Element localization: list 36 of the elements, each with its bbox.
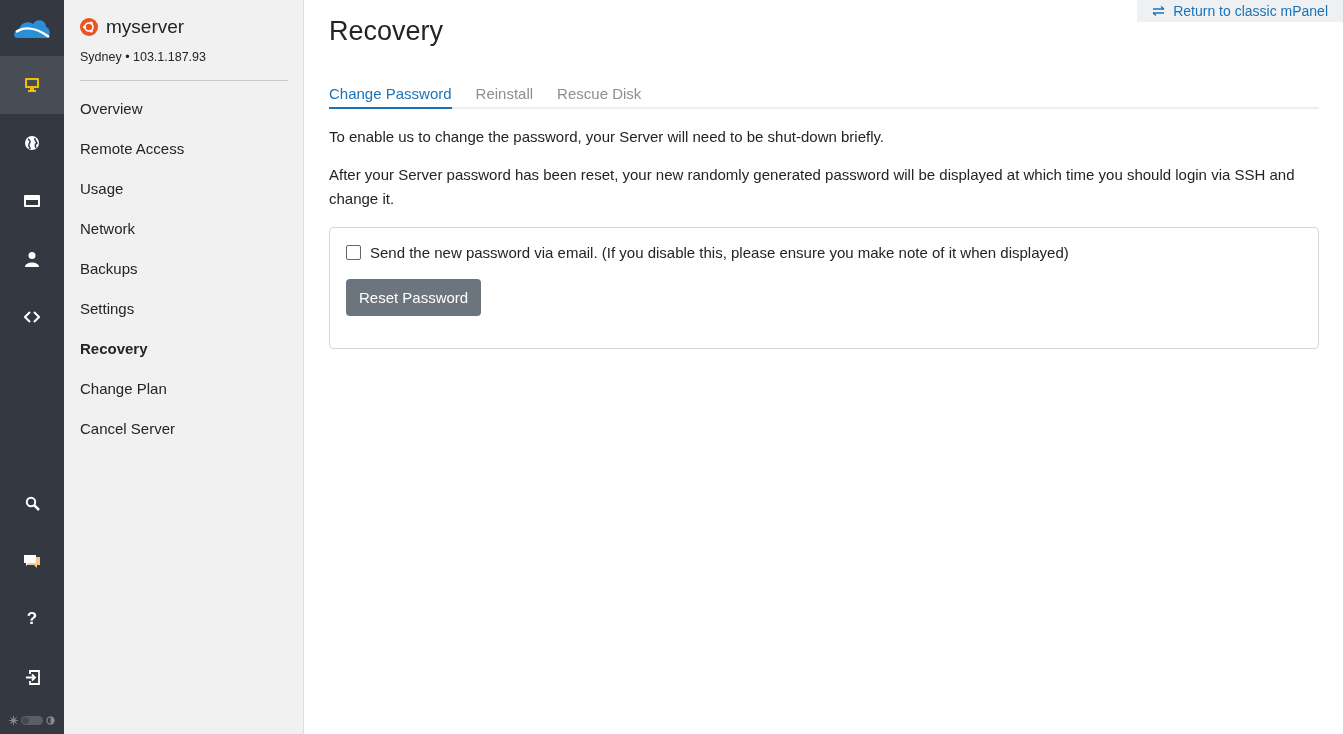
sidebar-item[interactable]: Backups xyxy=(80,249,287,289)
classic-panel-link[interactable]: Return to classic mPanel xyxy=(1137,0,1343,22)
code-icon xyxy=(24,311,40,323)
sidebar-item[interactable]: Overview xyxy=(80,89,287,129)
checkbox[interactable] xyxy=(346,245,361,260)
globe-icon xyxy=(24,135,40,151)
swap-arrows-icon xyxy=(1152,6,1166,16)
sidebar-item[interactable]: Cancel Server xyxy=(80,409,287,449)
sidebar-item[interactable]: Network xyxy=(80,209,287,249)
sidebar-item[interactable]: Remote Access xyxy=(80,129,287,169)
logout-icon xyxy=(24,669,40,685)
nav-rail-item[interactable]: ? xyxy=(0,590,64,648)
page-title: Recovery xyxy=(329,16,444,48)
person-icon xyxy=(24,251,40,267)
info-paragraph: To enable us to change the password, your Server will need to be shut-down briefly. xyxy=(329,127,886,147)
toggle-switch[interactable] xyxy=(21,715,43,725)
server-location: Sydney • 103.1.187.93 xyxy=(80,50,207,64)
chat-icon xyxy=(24,553,40,569)
sun-icon xyxy=(9,715,18,725)
cloud-logo-icon xyxy=(13,17,51,39)
sidebar-item[interactable]: Recovery xyxy=(80,329,287,369)
nav-rail-item[interactable] xyxy=(0,56,64,114)
card-icon xyxy=(24,194,40,208)
help-icon: ? xyxy=(26,609,38,629)
sidebar-item[interactable]: Usage xyxy=(80,169,287,209)
os-logo-icon xyxy=(80,18,98,36)
sidebar-item[interactable]: Change Plan xyxy=(80,369,287,409)
server-name: myserver xyxy=(106,16,185,38)
contrast-icon xyxy=(46,715,55,725)
sidebar-item[interactable]: Settings xyxy=(80,289,287,329)
monitor-icon xyxy=(24,77,40,93)
info-paragraph: After your Server password has been reset, your new randomly generated password will be displayed at which time you should login via SSH and change it. xyxy=(329,165,1296,209)
reset-password-button[interactable]: Reset Password xyxy=(346,279,482,316)
checkbox-label[interactable]: Send the new password via email. (If you disable this, please ensure you make note of it when displayed) xyxy=(370,244,1069,261)
search-icon xyxy=(24,495,40,511)
tab[interactable]: Change Password xyxy=(329,85,452,109)
